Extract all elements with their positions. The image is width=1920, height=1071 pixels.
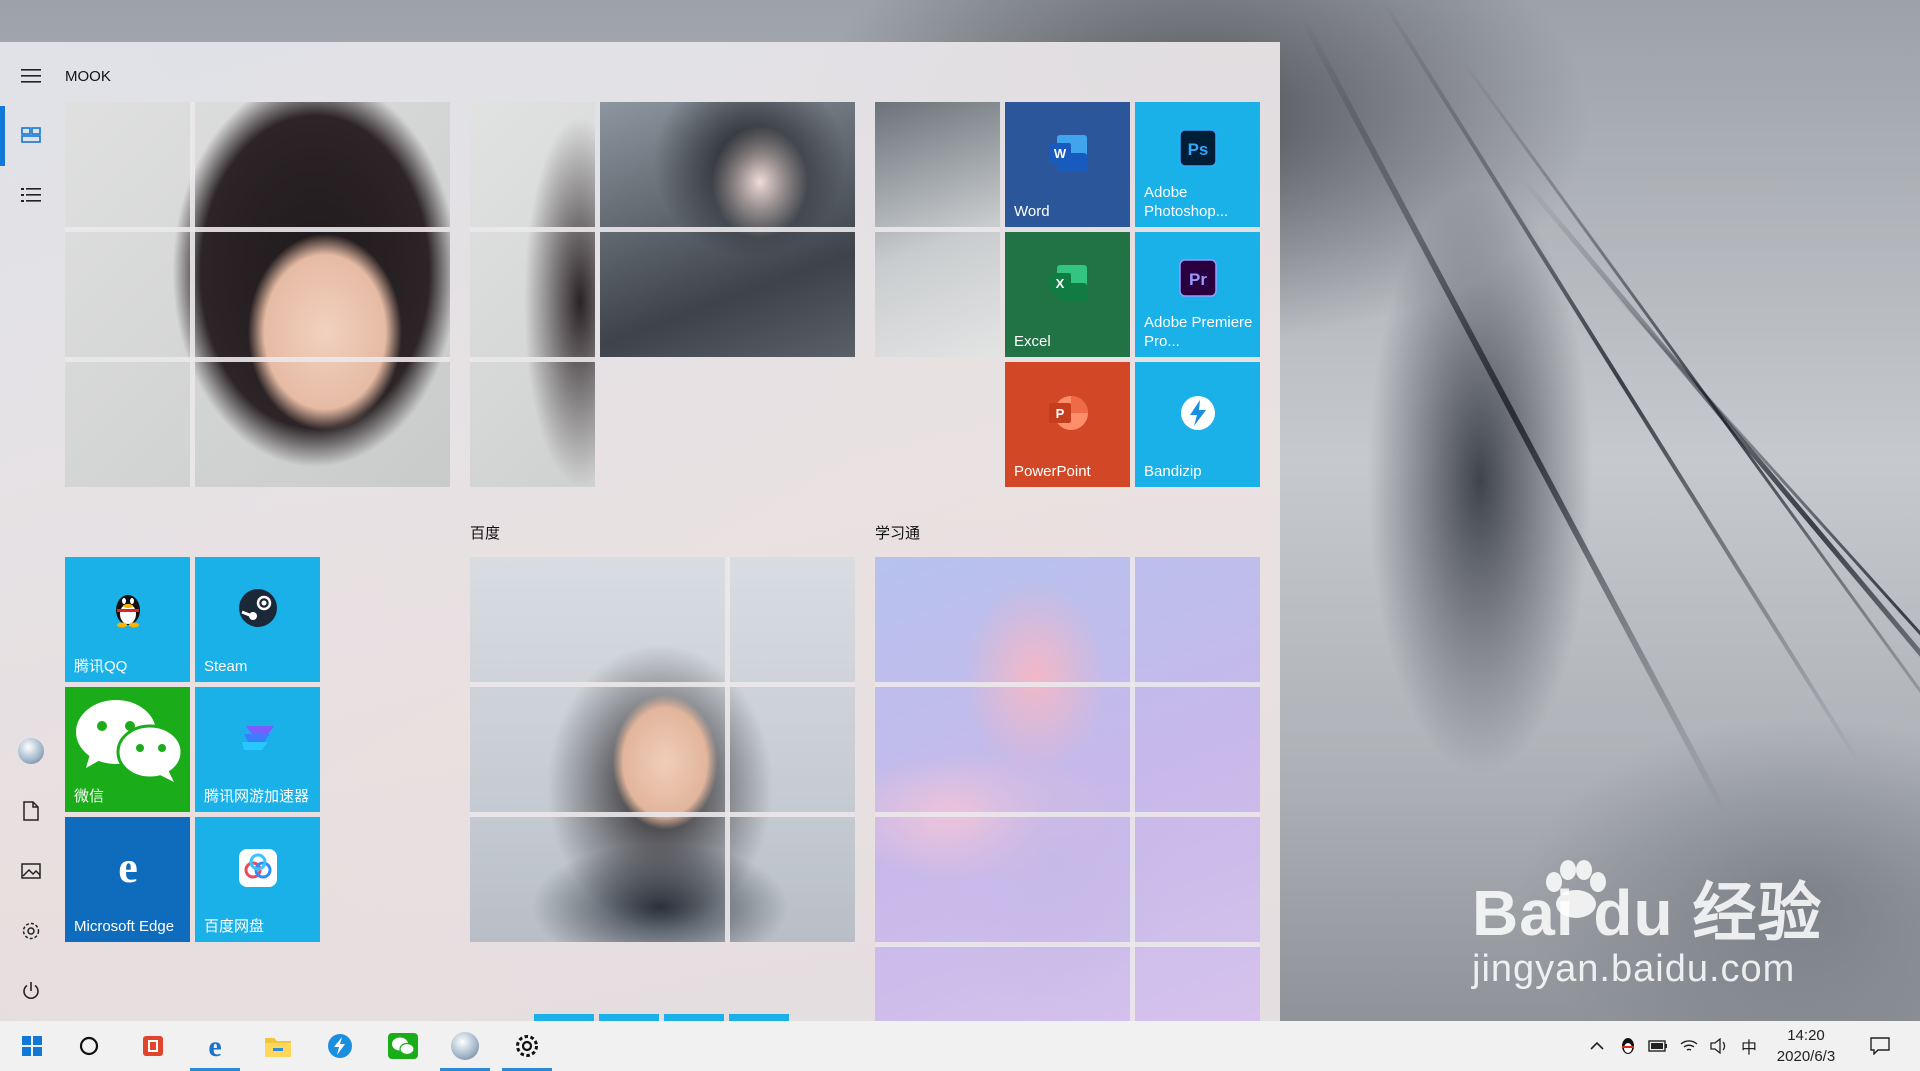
- group-label-baidu[interactable]: 百度: [470, 522, 500, 543]
- settings-icon[interactable]: [14, 914, 48, 948]
- baidu-pan-icon: [238, 848, 278, 892]
- tile-label: 腾讯QQ: [74, 658, 128, 675]
- svg-text:e: e: [208, 1032, 221, 1060]
- chevron-up-icon[interactable]: [1584, 1021, 1610, 1071]
- tile-label: Word: [1014, 203, 1050, 220]
- svg-text:Ps: Ps: [1187, 140, 1208, 159]
- tile-excel[interactable]: X Excel: [1005, 232, 1130, 357]
- list-icon[interactable]: [14, 178, 48, 212]
- word-icon: W: [1047, 133, 1089, 177]
- tile-label: Microsoft Edge: [74, 918, 175, 935]
- svg-text:Pr: Pr: [1189, 270, 1207, 289]
- office-icon[interactable]: [128, 1021, 178, 1071]
- start-menu-title: MOOK: [65, 68, 111, 85]
- tile-label: Adobe Premiere Pro...: [1144, 314, 1253, 350]
- tile-word[interactable]: W Word: [1005, 102, 1130, 227]
- bandizip-icon: [1180, 395, 1216, 435]
- partial-tile[interactable]: [599, 1014, 659, 1021]
- accelerator-icon: [238, 720, 278, 760]
- tile-label: Excel: [1014, 333, 1051, 350]
- powerpoint-icon: P: [1047, 393, 1089, 437]
- tile-wechat[interactable]: 微信: [65, 687, 190, 812]
- photo-tile-group-baidu[interactable]: [470, 557, 855, 942]
- qq-tray-icon[interactable]: [1614, 1021, 1642, 1071]
- watermark-url: jingyan.baidu.com: [1472, 948, 1796, 990]
- tile-label: 微信: [74, 788, 105, 805]
- svg-text:P: P: [1055, 406, 1064, 421]
- photo-tile-group-xuexitong[interactable]: [875, 557, 1260, 1021]
- tile-steam[interactable]: Steam: [195, 557, 320, 682]
- tile-premiere[interactable]: Pr Adobe Premiere Pro...: [1135, 232, 1260, 357]
- clock-time: 14:20: [1787, 1027, 1825, 1044]
- battery-icon[interactable]: [1643, 1021, 1673, 1071]
- tile-label: 腾讯网游加速器: [204, 788, 310, 805]
- file-explorer-icon[interactable]: [253, 1021, 303, 1071]
- photo-tile-group-2[interactable]: [470, 102, 595, 487]
- tile-bandizip[interactable]: Bandizip: [1135, 362, 1260, 487]
- svg-text:X: X: [1055, 276, 1064, 291]
- photo-tile-group-4[interactable]: [875, 102, 1000, 357]
- wechat-icon: [72, 696, 184, 790]
- photo-tile-group-3[interactable]: [600, 102, 855, 357]
- tile-label: 百度网盘: [204, 918, 265, 935]
- tile-powerpoint[interactable]: P PowerPoint: [1005, 362, 1130, 487]
- group-label-xuexitong[interactable]: 学习通: [875, 522, 920, 543]
- cortana-icon[interactable]: [64, 1021, 114, 1071]
- partial-tile[interactable]: [664, 1014, 724, 1021]
- notification-center-icon[interactable]: [1862, 1021, 1898, 1071]
- tile-edge[interactable]: e Microsoft Edge: [65, 817, 190, 942]
- tile-label: PowerPoint: [1014, 463, 1091, 480]
- partial-tile[interactable]: [534, 1014, 594, 1021]
- pictures-icon[interactable]: [14, 854, 48, 888]
- tile-baidu-pan[interactable]: 百度网盘: [195, 817, 320, 942]
- power-icon[interactable]: [14, 974, 48, 1008]
- tile-qq[interactable]: 腾讯QQ: [65, 557, 190, 682]
- settings-icon[interactable]: [502, 1021, 552, 1071]
- user-avatar[interactable]: [14, 734, 48, 768]
- avatar-app-icon[interactable]: [440, 1021, 490, 1071]
- bandizip-icon[interactable]: [315, 1021, 365, 1071]
- taskbar: e 中 14:20 2020/6/3: [0, 1021, 1920, 1071]
- tile-label: Bandizip: [1144, 463, 1202, 480]
- qq-penguin-icon: [111, 588, 145, 632]
- ime-indicator[interactable]: 中: [1734, 1021, 1764, 1071]
- partial-tile[interactable]: [729, 1014, 789, 1021]
- wifi-icon[interactable]: [1674, 1021, 1704, 1071]
- excel-icon: X: [1047, 263, 1089, 307]
- tile-photoshop[interactable]: Ps Adobe Photoshop...: [1135, 102, 1260, 227]
- tile-label: Adobe Photoshop...: [1144, 184, 1229, 220]
- volume-icon[interactable]: [1704, 1021, 1734, 1071]
- rail-selection-indicator: [0, 106, 5, 166]
- start-rail: [0, 42, 62, 1021]
- tile-label: Steam: [204, 658, 248, 675]
- windows-start-icon[interactable]: [7, 1021, 57, 1071]
- wechat-icon[interactable]: [378, 1021, 428, 1071]
- tile-accelerator[interactable]: 腾讯网游加速器: [195, 687, 320, 812]
- hamburger-icon[interactable]: [14, 59, 48, 93]
- svg-text:W: W: [1053, 146, 1066, 161]
- photoshop-icon: Ps: [1178, 128, 1217, 171]
- tiles-icon[interactable]: [14, 118, 48, 152]
- clock[interactable]: 14:20 2020/6/3: [1766, 1025, 1846, 1067]
- edge-icon: e: [108, 843, 148, 892]
- steam-icon: [238, 588, 278, 632]
- start-menu: MOOK W Word Ps Adobe Photoshop... X Exce…: [0, 42, 1280, 1021]
- photo-tile-group-1[interactable]: [65, 102, 450, 487]
- baidu-jingyan-watermark: Bai du 经验 jingyan.baidu.com: [1472, 862, 1822, 991]
- edge-icon[interactable]: e: [190, 1021, 240, 1071]
- premiere-icon: Pr: [1178, 258, 1217, 301]
- watermark-brand: Bai du 经验: [1472, 877, 1823, 949]
- svg-text:e: e: [118, 848, 138, 888]
- document-icon[interactable]: [14, 794, 48, 828]
- clock-date: 2020/6/3: [1776, 1048, 1836, 1065]
